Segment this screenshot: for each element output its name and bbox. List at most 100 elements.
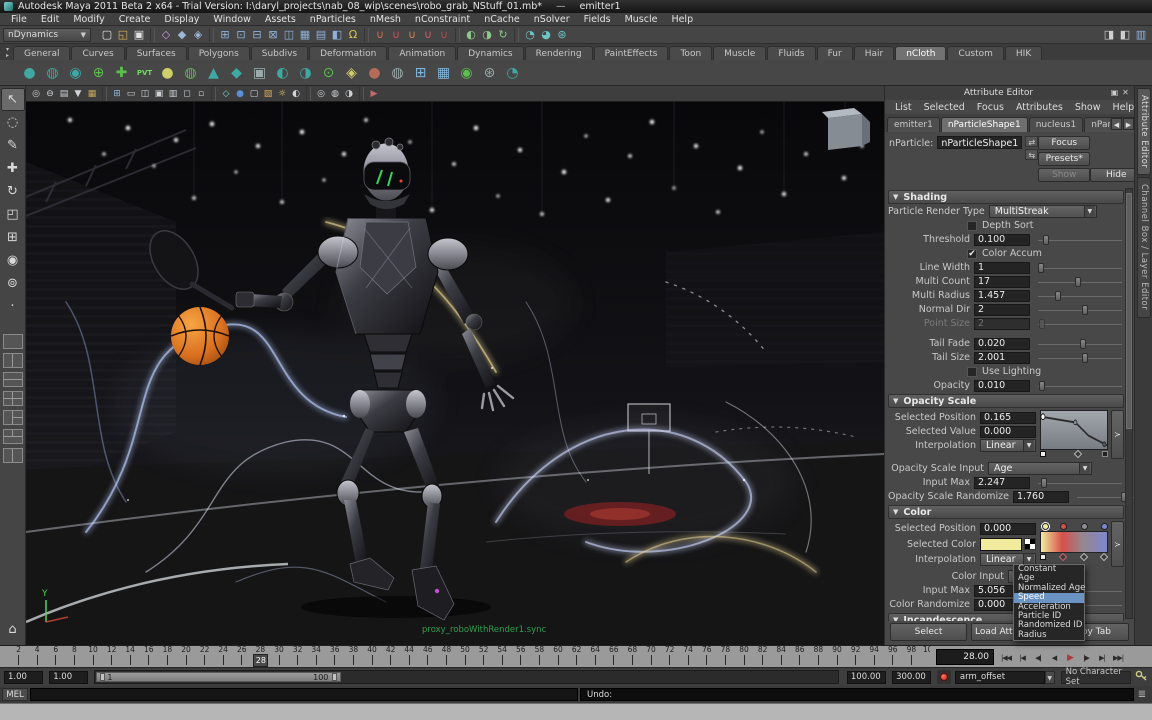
frame-tick[interactable]: 22 — [195, 646, 215, 665]
shelf-icon[interactable]: ▲ — [202, 61, 225, 84]
go-to-end-button[interactable]: ▶▶| — [1110, 650, 1126, 666]
shelf-tab-polygons[interactable]: Polygons — [188, 46, 250, 60]
frame-tick[interactable]: 30 — [269, 646, 289, 665]
frame-tick[interactable]: 62 — [567, 646, 587, 665]
line-width-slider[interactable] — [1036, 262, 1124, 274]
frame-tick[interactable]: 88 — [808, 646, 828, 665]
last-tool-icon[interactable]: · — [1, 295, 25, 318]
layout-three-panes-left-button[interactable] — [3, 410, 23, 425]
ae-menu-list[interactable]: List — [889, 102, 918, 113]
frame-tick[interactable]: 24 — [213, 646, 233, 665]
step-back-key-button[interactable]: ◀| — [1030, 650, 1046, 666]
shelf-icon[interactable]: ⊞ — [409, 61, 432, 84]
select-button[interactable]: Select — [890, 623, 967, 641]
close-icon[interactable]: ✕ — [1120, 88, 1131, 98]
shelf-tab-hik[interactable]: HIK — [1005, 46, 1042, 60]
frame-tick[interactable]: 86 — [790, 646, 810, 665]
shelf-icon[interactable]: ◉ — [64, 61, 87, 84]
color-accum-checkbox[interactable] — [967, 249, 977, 259]
camera-attributes-icon[interactable]: ▤ — [57, 87, 71, 100]
color-gradient-bar[interactable] — [1040, 531, 1108, 553]
playback-range-bar[interactable]: 1 100 — [96, 672, 341, 682]
rotate-tool-icon[interactable]: ↻ — [1, 180, 25, 203]
grid-icon[interactable]: ⊞ — [110, 87, 124, 100]
auto-keyframe-button[interactable] — [937, 670, 951, 684]
shelf-tab-painteffects[interactable]: PaintEffects — [594, 46, 669, 60]
layout-single-pane-button[interactable] — [3, 334, 23, 349]
shelf-icon[interactable]: ▦ — [432, 61, 455, 84]
image-plane-icon[interactable]: ▦ — [85, 87, 99, 100]
save-scene-icon[interactable]: ▣ — [131, 27, 147, 43]
selected-color-swatch[interactable] — [980, 538, 1022, 551]
wireframe-icon[interactable]: ◇ — [219, 87, 233, 100]
frame-tick[interactable]: 84 — [771, 646, 791, 665]
animation-start-field[interactable]: 1.00 — [4, 671, 43, 684]
output-connections-icon[interactable]: ◑ — [479, 27, 495, 43]
layout-two-panes-side-by-side-button[interactable] — [3, 353, 23, 368]
shelf-icon[interactable]: ⊕ — [87, 61, 110, 84]
frame-tick[interactable]: 12 — [102, 646, 122, 665]
show-tool-settings-icon[interactable]: ◧ — [1117, 27, 1133, 43]
mask-rendering-icon[interactable]: ▤ — [313, 27, 329, 43]
menu-nmesh[interactable]: nMesh — [363, 13, 408, 26]
step-back-frame-button[interactable]: |◀ — [1014, 650, 1030, 666]
shelf-icon[interactable]: ● — [156, 61, 179, 84]
universal-manipulator-icon[interactable]: ⊞ — [1, 226, 25, 249]
mask-joints-icon[interactable]: ⊡ — [233, 27, 249, 43]
shelf-icon[interactable]: ◍ — [386, 61, 409, 84]
ae-tab-nucleus1[interactable]: nucleus1 — [1029, 117, 1084, 132]
shelf-icon[interactable]: ◍ — [41, 61, 64, 84]
title-bar[interactable]: Autodesk Maya 2011 Beta 2 x64 - Trial Ve… — [0, 0, 1152, 13]
frame-tick[interactable]: 26 — [232, 646, 252, 665]
frame-tick[interactable]: 2 — [9, 646, 29, 665]
frame-tick[interactable]: 76 — [697, 646, 717, 665]
frame-tick[interactable]: 100 — [920, 646, 930, 665]
opacity-ramp-widget[interactable] — [1040, 410, 1108, 459]
presets-button[interactable]: Presets* — [1038, 152, 1090, 166]
shelf-icon[interactable]: ⊙ — [317, 61, 340, 84]
os-interpolation-dropdown[interactable]: Linear▼ — [980, 439, 1036, 452]
frame-tick[interactable]: 10 — [83, 646, 103, 665]
show-attribute-editor-icon[interactable]: ▥ — [1133, 27, 1149, 43]
basketball[interactable] — [171, 307, 229, 365]
threshold-slider[interactable] — [1036, 234, 1124, 246]
current-time-field[interactable]: 28.00 — [936, 649, 994, 665]
paint-select-tool-icon[interactable]: ✎ — [1, 134, 25, 157]
layout-two-panes-stacked-button[interactable] — [3, 372, 23, 387]
section-incandescence[interactable]: ▼ Incandescence — [888, 613, 1124, 621]
shelf-tab-general[interactable]: General — [13, 46, 70, 60]
shelf-tab-rendering[interactable]: Rendering — [525, 46, 593, 60]
show-manipulator-icon[interactable]: ⊚ — [1, 272, 25, 295]
safe-title-icon[interactable]: ▫ — [194, 87, 208, 100]
shelf-tab-dynamics[interactable]: Dynamics — [457, 46, 523, 60]
ramp-handle-blue[interactable] — [1101, 523, 1108, 530]
node-name-field[interactable]: nParticleShape1 — [937, 136, 1022, 149]
menu-assets[interactable]: Assets — [258, 13, 303, 26]
field-chart-icon[interactable]: ▥ — [166, 87, 180, 100]
animation-preferences-icon[interactable] — [1135, 669, 1148, 685]
ae-tab-emitter1[interactable]: emitter1 — [887, 117, 940, 132]
frame-tick[interactable]: 90 — [827, 646, 847, 665]
playback-start-field[interactable]: 1.00 — [49, 671, 88, 684]
menu-ncache[interactable]: nCache — [477, 13, 527, 26]
shelf-tab-fluids[interactable]: Fluids — [767, 46, 815, 60]
frame-tick[interactable]: 42 — [381, 646, 401, 665]
input-connections-icon[interactable]: ◐ — [463, 27, 479, 43]
os-input-max-slider[interactable] — [1036, 477, 1124, 489]
range-end-handle[interactable] — [332, 673, 337, 681]
menu-help[interactable]: Help — [664, 13, 700, 26]
mask-curves-icon[interactable]: ⊟ — [249, 27, 265, 43]
shadows-icon[interactable]: ◐ — [289, 87, 303, 100]
tail-fade-slider[interactable] — [1036, 338, 1124, 350]
opacity-field[interactable]: 0.010 — [974, 380, 1030, 392]
normal-dir-slider[interactable] — [1036, 304, 1124, 316]
frame-tick[interactable]: 40 — [362, 646, 382, 665]
tail-fade-field[interactable]: 0.020 — [974, 338, 1030, 350]
mask-misc-icon[interactable]: ◧ — [329, 27, 345, 43]
snap-to-points-icon[interactable]: ∪ — [404, 27, 420, 43]
range-track[interactable]: 1 100 — [94, 670, 839, 684]
tail-size-field[interactable]: 2.001 — [974, 352, 1030, 364]
ramp-handle-red[interactable] — [1060, 523, 1067, 530]
shelf-icon[interactable]: ▣ — [248, 61, 271, 84]
select-by-object-icon[interactable]: ◆ — [174, 27, 190, 43]
